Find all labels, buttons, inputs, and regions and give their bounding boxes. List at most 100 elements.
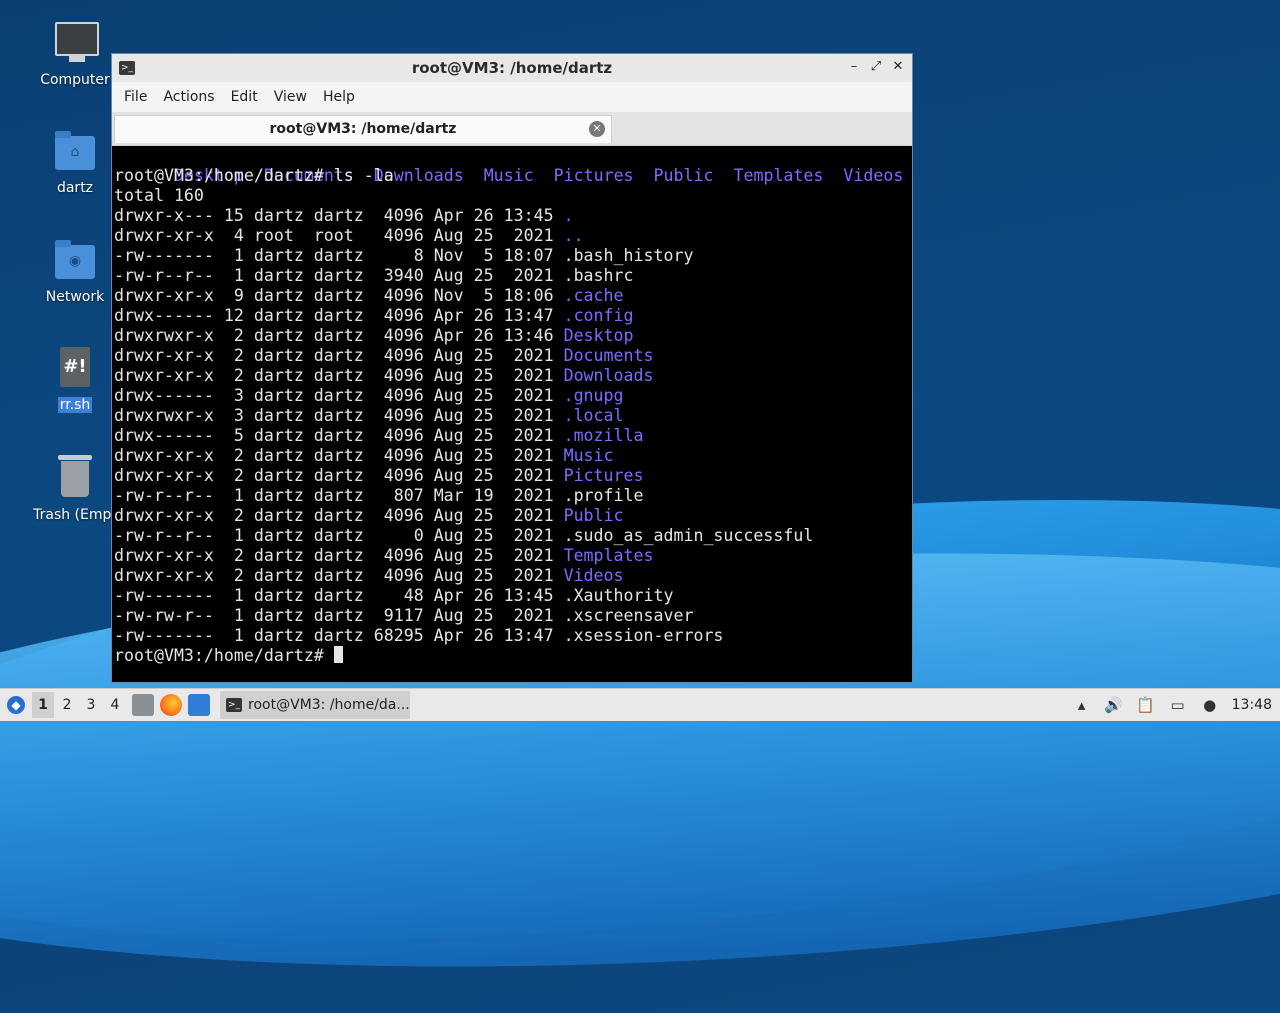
terminal-window: >_ root@VM3: /home/dartz – ⤢ ✕ File Acti… [111, 53, 913, 683]
tab-close-icon[interactable]: ✕ [589, 121, 605, 137]
system-tray: ▴ 🔊 📋 ▭ ● 13:48 [1072, 689, 1280, 721]
ls-entry-row: drwxrwxr-x 3 dartz dartz 4096 Aug 25 202… [114, 406, 910, 426]
network-folder-icon: ◉ [55, 240, 95, 279]
ls-entry-name: Public [563, 506, 624, 525]
workspace-2[interactable]: 2 [56, 692, 78, 718]
start-menu-button[interactable]: ◆ [2, 691, 30, 719]
terminal-tab[interactable]: root@VM3: /home/dartz ✕ [114, 115, 612, 143]
notification-icon[interactable]: ● [1200, 695, 1220, 715]
maximize-icon[interactable]: ⤢ [868, 58, 884, 76]
desktop-icon-script[interactable]: #! rr.sh [27, 345, 123, 413]
ls-entry-meta: drwxr-x--- 15 dartz dartz 4096 Apr 26 13… [114, 206, 564, 225]
volume-icon[interactable]: 🔊 [1104, 695, 1124, 715]
window-title: root@VM3: /home/dartz [411, 59, 613, 77]
computer-icon [55, 22, 99, 62]
ls-entry-name: Music [563, 446, 614, 465]
ls-entry-name: .xscreensaver [563, 606, 694, 625]
workspace-3[interactable]: 3 [80, 692, 102, 718]
desktop-icon-trash[interactable]: Trash (Empt [27, 455, 123, 523]
dir-name: Music [483, 166, 534, 185]
ls-entry-row: drwxr-xr-x 2 dartz dartz 4096 Aug 25 202… [114, 366, 910, 386]
desktop-icon-label: dartz [56, 180, 94, 196]
ls-entry-name: .bashrc [563, 266, 634, 285]
ls-entry-row: drwxr-xr-x 2 dartz dartz 4096 Aug 25 202… [114, 446, 910, 466]
ls-entry-row: drwxr-xr-x 2 dartz dartz 4096 Aug 25 202… [114, 346, 910, 366]
command: ls -la [323, 166, 394, 185]
ls-entry-row: -rw-r--r-- 1 dartz dartz 807 Mar 19 2021… [114, 486, 910, 506]
clock[interactable]: 13:48 [1232, 697, 1272, 713]
ls-entry-name: .bash_history [563, 246, 694, 265]
display-icon[interactable]: ▭ [1168, 695, 1188, 715]
ls-entry-row: drwx------ 5 dartz dartz 4096 Aug 25 202… [114, 426, 910, 446]
menu-file[interactable]: File [116, 89, 155, 105]
ls-entry-row: -rw-rw-r-- 1 dartz dartz 9117 Aug 25 202… [114, 606, 910, 626]
ls-entry-name: .xsession-errors [563, 626, 724, 645]
ls-entry-name: .local [563, 406, 624, 425]
terminal-dirs-line: Desktop Documents Downloads Music Pictur… [114, 146, 910, 185]
ls-entry-row: drwx------ 3 dartz dartz 4096 Aug 25 202… [114, 386, 910, 406]
ls-entry-name: Downloads [563, 366, 654, 385]
ls-entry-name: .config [563, 306, 634, 325]
ls-entry-row: drwx------ 12 dartz dartz 4096 Apr 26 13… [114, 306, 910, 326]
desktop-icon-home[interactable]: ⌂ dartz [27, 128, 123, 196]
ls-entry-meta: drwxrwxr-x 3 dartz dartz 4096 Aug 25 202… [114, 406, 564, 425]
ls-entry-name: .cache [563, 286, 624, 305]
ls-entry-row: drwxr-xr-x 9 dartz dartz 4096 Nov 5 18:0… [114, 286, 910, 306]
terminal-app-icon[interactable]: >_ [119, 61, 135, 75]
desktop-icon-label: Trash (Empt [33, 507, 117, 523]
ls-entry-meta: drwxr-xr-x 2 dartz dartz 4096 Aug 25 202… [114, 566, 564, 585]
ls-entry-meta: drwxr-xr-x 2 dartz dartz 4096 Aug 25 202… [114, 506, 564, 525]
taskbar-task-terminal[interactable]: >_ root@VM3: /home/da... [220, 691, 410, 719]
desktop-icon-computer[interactable]: Computer [27, 20, 123, 88]
terminal-prompt-line: root@VM3:/home/dartz# [114, 646, 910, 666]
ls-entry-meta: drwx------ 3 dartz dartz 4096 Aug 25 202… [114, 386, 564, 405]
home-folder-icon: ⌂ [55, 131, 95, 170]
ls-entry-name: .mozilla [563, 426, 644, 445]
ls-entry-meta: -rw------- 1 dartz dartz 68295 Apr 26 13… [114, 626, 564, 645]
close-icon[interactable]: ✕ [890, 58, 906, 76]
ls-entry-row: drwxr-xr-x 2 dartz dartz 4096 Aug 25 202… [114, 506, 910, 526]
ls-entry-meta: drwxr-xr-x 2 dartz dartz 4096 Aug 25 202… [114, 366, 564, 385]
start-menu-icon: ◆ [7, 696, 25, 714]
ls-entry-meta: -rw-r--r-- 1 dartz dartz 3940 Aug 25 202… [114, 266, 564, 285]
ls-entry-row: drwxr-xr-x 2 dartz dartz 4096 Aug 25 202… [114, 566, 910, 586]
ls-entry-row: drwxrwxr-x 2 dartz dartz 4096 Apr 26 13:… [114, 326, 910, 346]
terminal-total-line: total 160 [114, 186, 204, 205]
ls-entry-row: -rw------- 1 dartz dartz 48 Apr 26 13:45… [114, 586, 910, 606]
clipboard-icon[interactable]: 📋 [1136, 695, 1156, 715]
menu-edit[interactable]: Edit [223, 89, 266, 105]
menu-actions[interactable]: Actions [155, 89, 222, 105]
ls-entry-meta: drwxr-xr-x 4 root root 4096 Aug 25 2021 [114, 226, 564, 245]
terminal-output[interactable]: Desktop Documents Downloads Music Pictur… [114, 146, 910, 680]
text-cursor [333, 646, 343, 663]
ls-entry-meta: drwx------ 12 dartz dartz 4096 Apr 26 13… [114, 306, 564, 325]
ls-entry-meta: drwxrwxr-x 2 dartz dartz 4096 Apr 26 13:… [114, 326, 564, 345]
menu-view[interactable]: View [266, 89, 315, 105]
dir-name: Pictures [553, 166, 634, 185]
desktop-icon-network[interactable]: ◉ Network [27, 237, 123, 305]
ls-entry-meta: -rw------- 1 dartz dartz 48 Apr 26 13:45 [114, 586, 564, 605]
file-manager-icon[interactable] [132, 694, 154, 716]
workspace-1[interactable]: 1 [32, 692, 54, 718]
ls-entry-meta: -rw------- 1 dartz dartz 8 Nov 5 18:07 [114, 246, 564, 265]
ls-entry-name: Pictures [563, 466, 644, 485]
menu-help[interactable]: Help [315, 89, 363, 105]
ls-entry-row: drwxr-xr-x 2 dartz dartz 4096 Aug 25 202… [114, 546, 910, 566]
ls-entry-meta: -rw-r--r-- 1 dartz dartz 807 Mar 19 2021 [114, 486, 564, 505]
minimize-icon[interactable]: – [846, 58, 862, 76]
desktop-icon[interactable] [188, 694, 210, 716]
workspace-4[interactable]: 4 [104, 692, 126, 718]
prompt: root@VM3:/home/dartz# [114, 646, 324, 665]
dir-name: Videos [843, 166, 904, 185]
desktop-icon-label: Computer [40, 72, 110, 88]
dir-name: Public [653, 166, 714, 185]
trash-icon [58, 455, 92, 497]
tray-arrow-icon[interactable]: ▴ [1072, 695, 1092, 715]
window-titlebar[interactable]: >_ root@VM3: /home/dartz – ⤢ ✕ [112, 54, 912, 82]
ls-entry-meta: -rw-r--r-- 1 dartz dartz 0 Aug 25 2021 [114, 526, 564, 545]
shell-script-icon: #! [60, 347, 90, 387]
tab-bar: root@VM3: /home/dartz ✕ [112, 112, 912, 146]
ls-entry-name: . [563, 206, 574, 225]
dir-name: Templates [733, 166, 824, 185]
firefox-icon[interactable] [160, 694, 182, 716]
